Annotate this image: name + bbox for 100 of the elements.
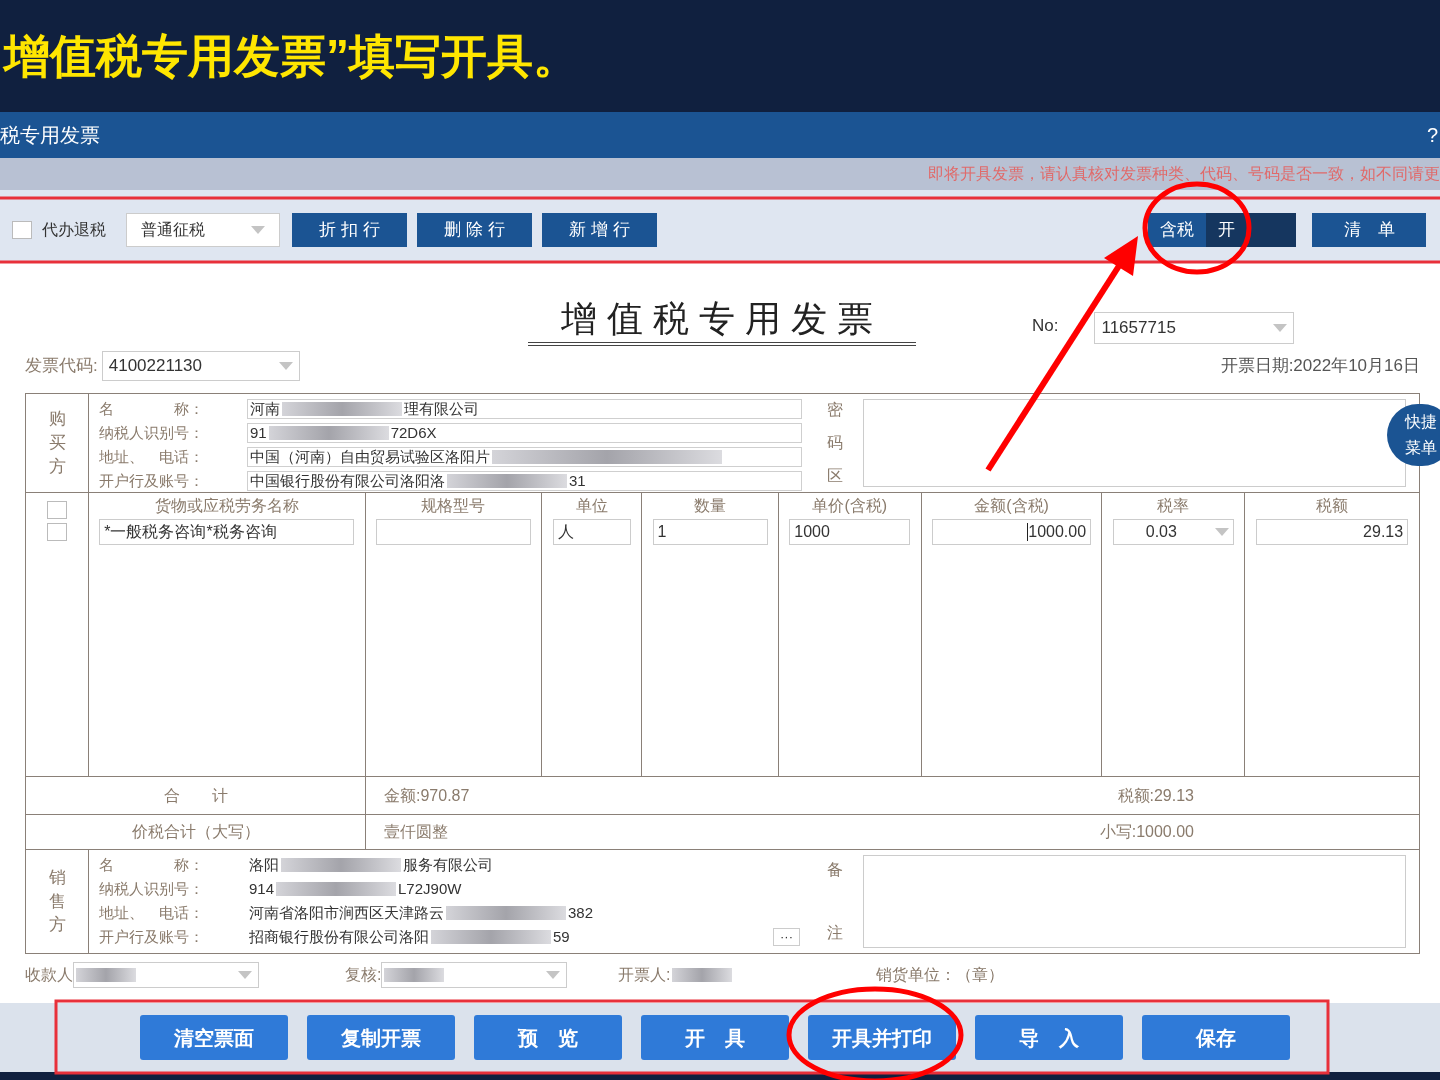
toolbar-button[interactable]: 折 扣 行 [292,213,407,247]
field-label: 地址、 电话： [99,902,205,923]
column-header: 规格型号 [421,496,486,516]
field-value-text: L72J90W [398,878,462,899]
field-value-text: 洛阳 [249,854,279,875]
list-button[interactable]: 清 单 [1312,213,1426,247]
invoice-date: 开票日期:2022年10月16日 [1220,355,1420,378]
toolbar-button[interactable]: 删 除 行 [417,213,532,247]
field-value-text: 理有限公司 [404,398,479,419]
item-field[interactable] [375,519,531,545]
field-label: 地址、 电话： [99,446,205,467]
column-header: 货物或应税劳务名称 [154,496,299,516]
action-button[interactable]: 导 入 [975,1015,1123,1060]
dropdown-caret-icon [238,971,252,979]
total-amount: 金额:970.87 [384,785,470,806]
action-button[interactable]: 预 览 [474,1015,622,1060]
field-value-text: 河南 [250,398,280,419]
field-value-text: 914 [249,878,275,899]
field-value-text: 91 [250,422,267,443]
signature-label: 收款人 [25,965,73,985]
signature-label: 复核: [345,965,382,985]
dropdown-caret-icon [1273,324,1288,332]
dropdown-caret-icon [251,226,265,234]
field-value-text: 72D6X [390,422,437,443]
column-header: 税率 [1157,496,1190,516]
party-field[interactable]: 河南省洛阳市涧西区天津路云 382 [247,903,802,923]
field-label: 名 称： [99,398,205,419]
remarks-label: 注 [826,923,843,943]
action-button[interactable]: 复制开票 [307,1015,455,1060]
field-label: 纳税人识别号： [99,878,205,899]
notice-text: 即将开具发票，请认真核对发票种类、代码、号码是否一致，如不同请更 [928,164,1440,184]
column-header: 单位 [575,496,608,516]
remarks-label: 备 [826,860,843,880]
dropdown-caret-icon [546,971,561,979]
cipher-label: 密 [826,400,843,420]
field-label: No: [1032,314,1059,337]
help-button[interactable]: ? [1426,120,1440,150]
item-field[interactable]: 1 [652,519,768,545]
column-header: 单价(含税) [812,496,888,516]
item-field[interactable]: *一般税务咨询*税务咨询 [99,519,355,545]
amount-in-words: 壹仟圆整 [384,822,448,842]
signature-select[interactable] [381,962,568,988]
redaction-blur [76,968,136,982]
column-header: 数量 [694,496,726,516]
remarks-field[interactable] [863,855,1406,948]
checkbox-label: 代办退税 [42,220,106,240]
item-field[interactable]: 人 [552,519,631,545]
action-button[interactable]: 开 具 [641,1015,789,1060]
levy-type-select[interactable]: 普通征税 [126,213,280,247]
signature-label: 销货单位：（章） [876,965,1004,985]
total-label: 合 计 [163,785,228,806]
action-button[interactable]: 清空票面 [140,1015,288,1060]
column-header: 金额(含税) [974,496,1049,516]
column-header: 税额 [1316,496,1349,516]
more-button[interactable]: ··· [773,928,800,946]
party-field[interactable]: 中国银行股份有限公司洛阳洛 31 [247,471,802,491]
field-value-text: 河南省洛阳市涧西区天津路云 [249,902,444,923]
dropdown-caret-icon [278,362,293,370]
field-label: 发票代码: [25,355,98,378]
invoice-number-select[interactable]: 11657715 [1094,312,1295,344]
dropdown-caret-icon [1214,528,1229,536]
toggle-label: 含税 [1148,213,1206,247]
party-field[interactable]: 中国（河南）自由贸易试验区洛阳片 [247,447,802,467]
grand-total-label: 价税合计（大写） [131,822,260,842]
amount-in-figures: 小写:1000.00 [1099,822,1194,842]
invoice-code-select[interactable]: 4100221130 [101,351,300,381]
party-field[interactable]: 91 72D6X [247,423,802,443]
item-field[interactable]: 1000.00 [932,519,1092,545]
field-value-text: 中国银行股份有限公司洛阳洛 [250,470,445,491]
redaction-blur [384,968,445,982]
field-value-text: 服务有限公司 [403,854,493,875]
checkbox[interactable] [12,221,32,239]
checkbox[interactable] [46,501,67,519]
field-value-text: 31 [569,470,586,491]
action-button[interactable]: 开具并打印 [808,1015,956,1060]
action-button[interactable]: 保存 [1142,1015,1290,1060]
redaction-blur [672,968,733,982]
party-field[interactable]: 河南 理有限公司 [247,399,802,419]
field-value-text: 招商银行股份有限公司洛阳 [249,926,429,947]
window-title: 税专用发票 [0,123,100,148]
buyer-label: 购买方 [48,408,66,478]
toolbar-button[interactable]: 新 增 行 [542,213,657,247]
slide-title: 增值税专用发票”填写开具。 [4,28,579,84]
item-field[interactable]: 0.03 [1112,519,1234,545]
field-label: 名 称： [99,854,205,875]
party-field[interactable]: 招商银行股份有限公司洛阳 59 ··· [247,927,802,947]
seller-label: 销售方 [48,866,66,937]
checkbox[interactable] [46,523,67,541]
field-value-text: 59 [553,926,570,947]
toggle-state: 开 [1217,219,1235,242]
signature-label: 开票人: [618,965,671,985]
tax-toggle[interactable]: 含税 开 [1148,213,1296,247]
field-label: 开户行及账号： [99,470,205,491]
item-field[interactable]: 29.13 [1256,519,1409,545]
signature-select[interactable] [73,962,259,988]
party-field[interactable]: 洛阳 服务有限公司 [247,855,802,875]
party-field[interactable]: 914 L72J90W [247,879,802,899]
item-field[interactable]: 1000 [789,519,911,545]
total-tax: 税额:29.13 [1117,785,1194,806]
field-value-text: 中国（河南）自由贸易试验区洛阳片 [250,446,490,467]
